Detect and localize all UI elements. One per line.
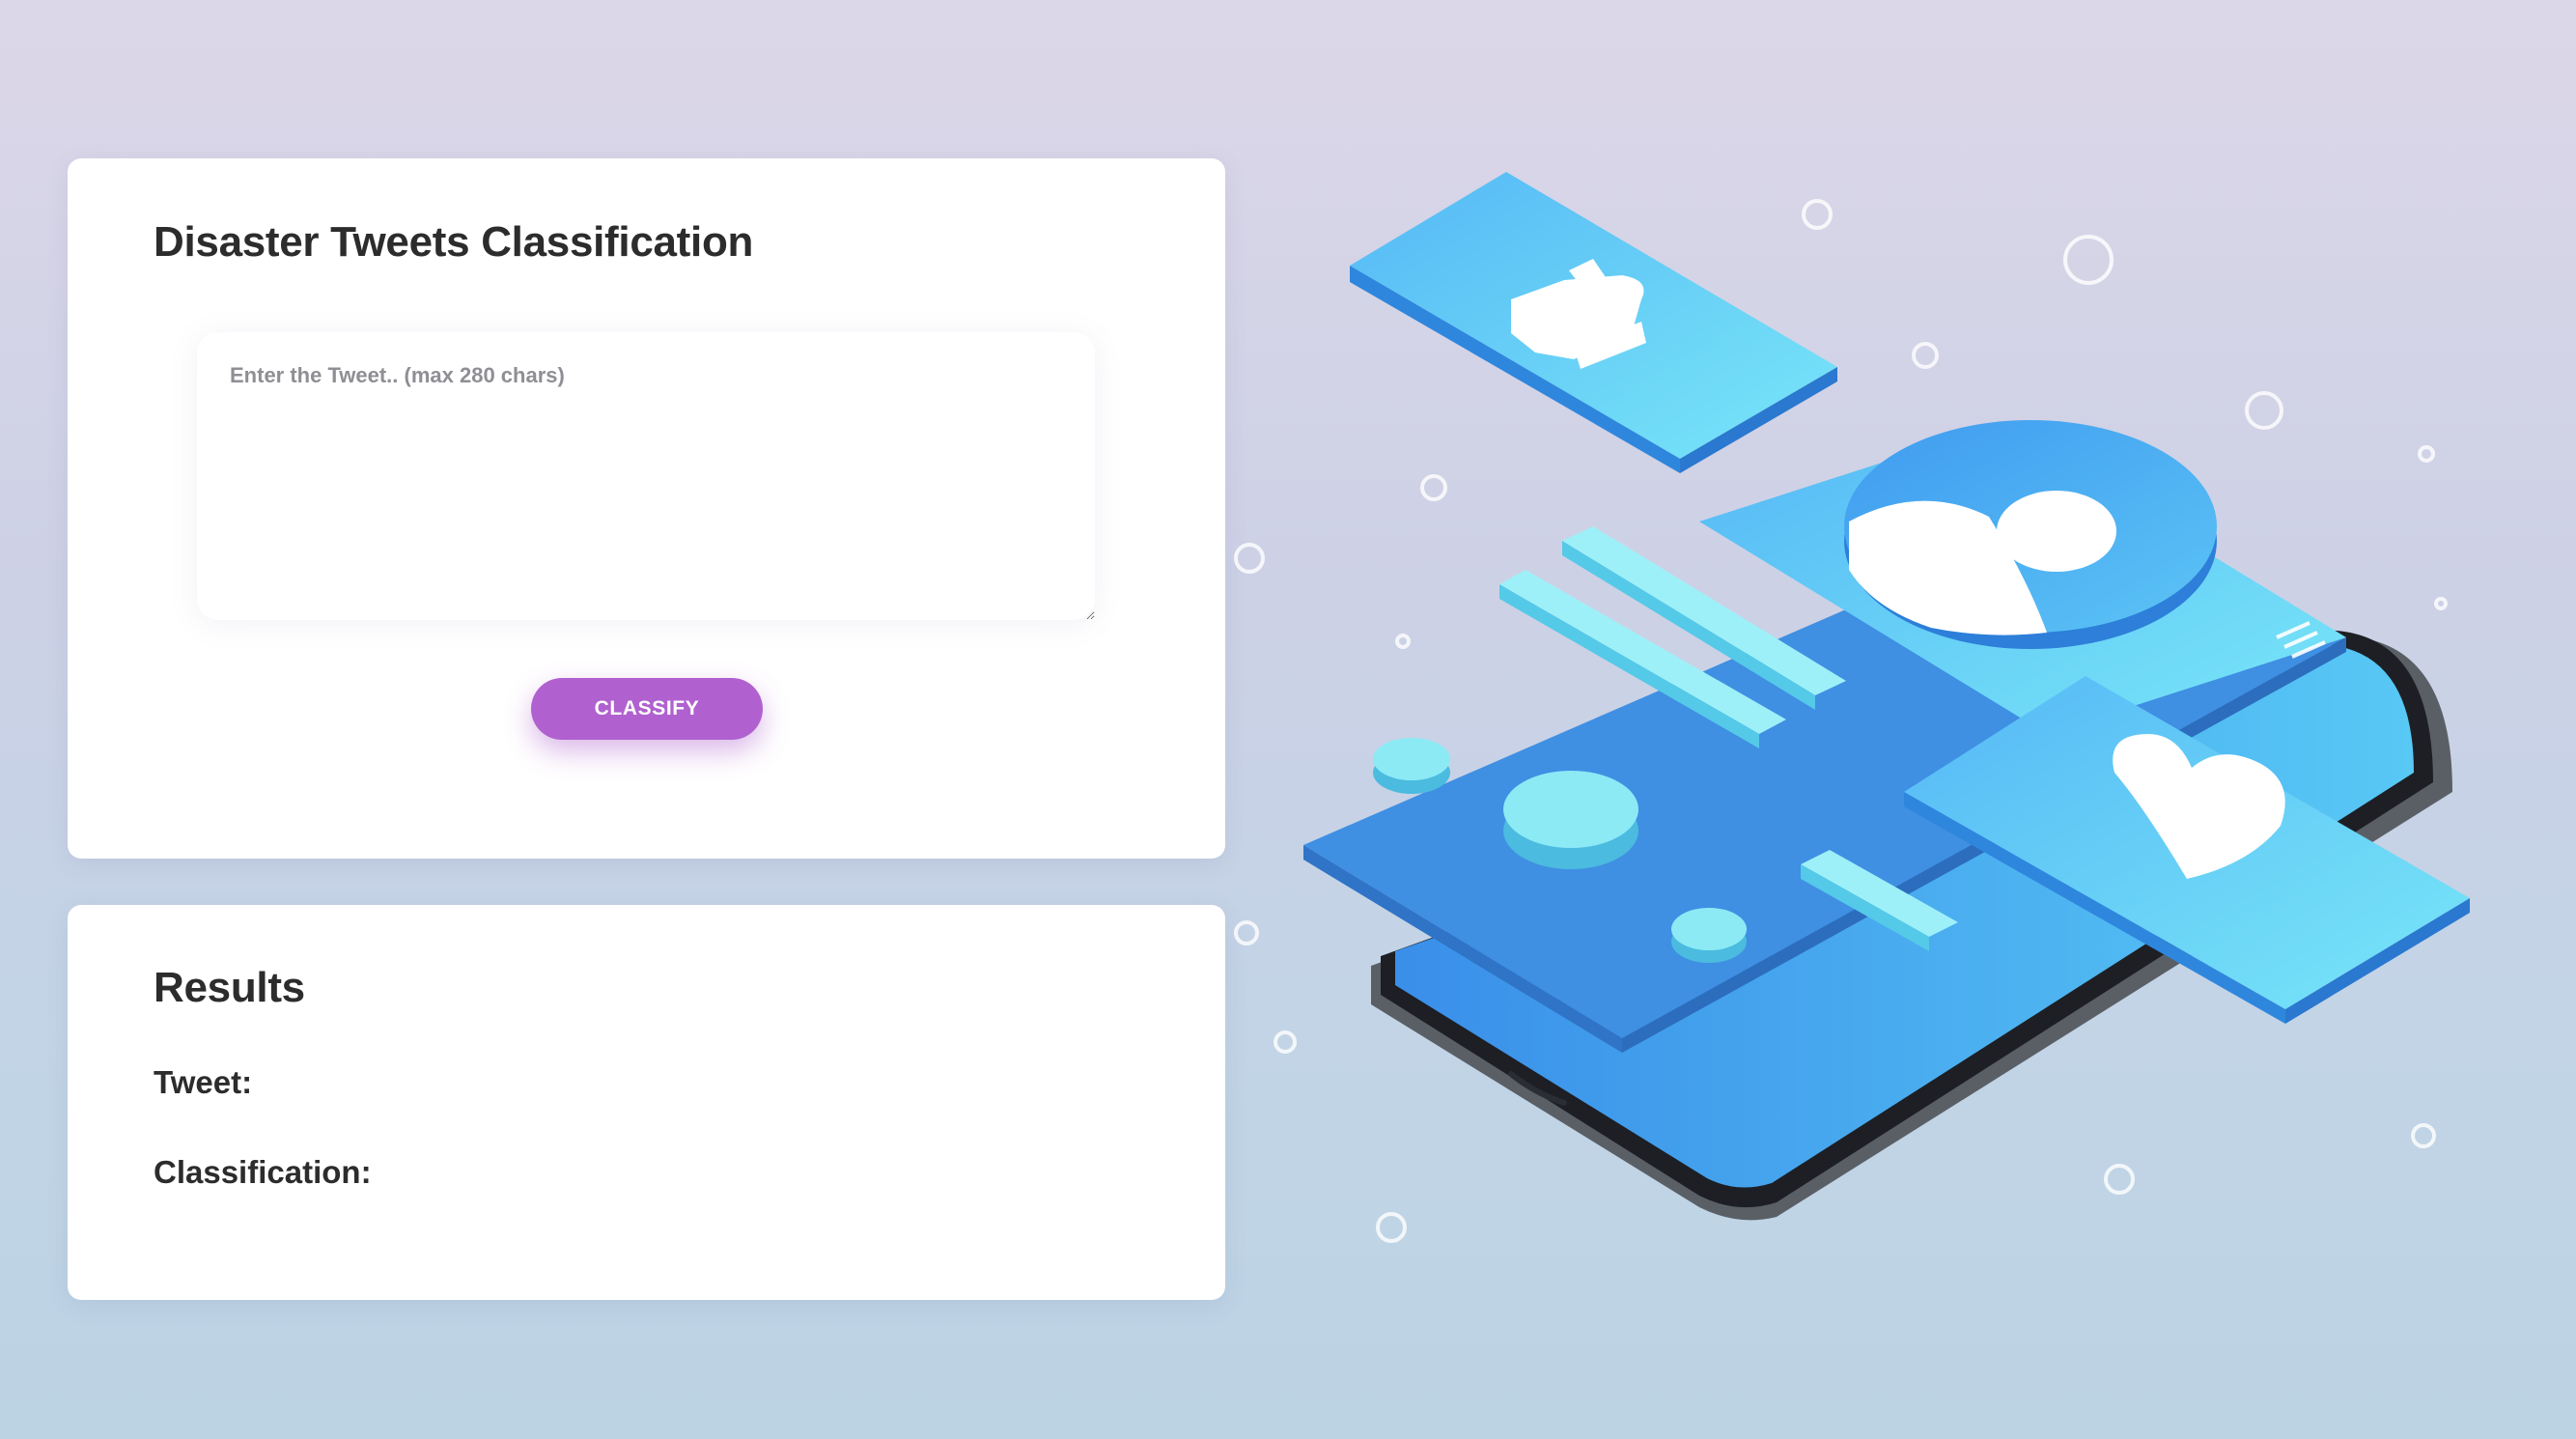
results-title: Results: [154, 964, 305, 1011]
result-classification-row: Classification:: [154, 1154, 381, 1191]
result-tweet-label: Tweet:: [154, 1064, 253, 1100]
page-title: Disaster Tweets Classification: [154, 218, 754, 266]
tweet-input[interactable]: [197, 332, 1095, 620]
result-tweet-row: Tweet:: [154, 1064, 262, 1101]
result-classification-label: Classification:: [154, 1154, 372, 1190]
results-card: Results Tweet: Classification:: [68, 905, 1225, 1300]
classification-form-card: Disaster Tweets Classification CLASSIFY: [68, 158, 1225, 859]
classify-button[interactable]: CLASSIFY: [531, 678, 763, 740]
user-icon: [1844, 420, 2217, 649]
thumbs-up-card: [1350, 172, 1837, 473]
social-media-illustration: [1234, 172, 2470, 1243]
